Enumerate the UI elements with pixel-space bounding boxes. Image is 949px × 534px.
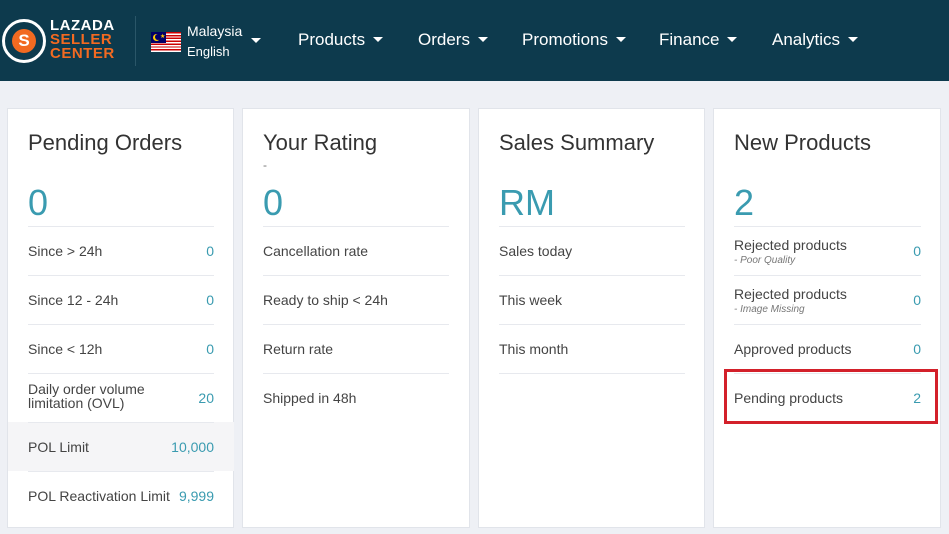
nav-label: Products (298, 30, 366, 49)
row-label: Since 12 - 24h (28, 292, 119, 308)
card-title: Your Rating (263, 130, 378, 155)
row-value[interactable]: 9,999 (179, 488, 214, 504)
list-item[interactable]: Rejected products - Image Missing 0 (734, 275, 921, 324)
list-item[interactable]: Shipped in 48h (263, 373, 449, 422)
locale-language: English (187, 44, 230, 59)
list-item[interactable]: Approved products 0 (734, 324, 921, 373)
nav-orders[interactable]: Orders (418, 30, 488, 52)
logo-text: LAZADA SELLER CENTER (50, 18, 130, 62)
logo-circle-icon: S (2, 19, 46, 63)
row-value[interactable]: 0 (913, 243, 921, 259)
row-value[interactable]: 2 (913, 390, 921, 406)
list-item[interactable]: This month (499, 324, 685, 373)
row-label: Rejected products (734, 237, 847, 253)
chevron-down-icon (727, 37, 738, 42)
pending-orders-list: Since > 24h 0 Since 12 - 24h 0 Since < 1… (8, 226, 234, 520)
list-item[interactable]: This week (499, 275, 685, 324)
nav-label: Analytics (772, 30, 841, 49)
locale-selector[interactable]: ★ Malaysia English (150, 22, 270, 62)
chevron-down-icon (373, 37, 384, 42)
logo-line-3: CENTER (50, 45, 115, 62)
sales-currency[interactable]: RM (499, 182, 555, 224)
locale-country: Malaysia (187, 23, 243, 39)
list-item[interactable]: Since > 24h 0 (28, 226, 214, 275)
your-rating-card: Your Rating - 0 Cancellation rate Ready … (242, 108, 470, 528)
list-item[interactable]: Sales today (499, 226, 685, 275)
nav-products[interactable]: Products (298, 30, 384, 52)
row-sublabel: - Image Missing (734, 304, 805, 315)
row-label: POL Limit (28, 439, 89, 455)
row-sublabel: - Poor Quality (734, 255, 796, 266)
row-value[interactable]: 0 (206, 243, 214, 259)
nav-promotions[interactable]: Promotions (522, 30, 626, 52)
list-item[interactable]: Since < 12h 0 (28, 324, 214, 373)
card-title: New Products (734, 130, 871, 155)
row-value[interactable]: 0 (206, 341, 214, 357)
rating-value[interactable]: 0 (263, 182, 283, 224)
chevron-down-icon (615, 37, 626, 42)
new-products-card: New Products 2 Rejected products - Poor … (713, 108, 941, 528)
row-value[interactable]: 0 (913, 341, 921, 357)
pending-products-row[interactable]: Pending products 2 (734, 373, 921, 422)
row-label: Since > 24h (28, 243, 103, 259)
top-navigation-bar: S LAZADA SELLER CENTER ★ Malaysia Englis… (0, 0, 949, 81)
header-divider (135, 16, 136, 66)
row-label: POL Reactivation Limit (28, 488, 170, 504)
list-item[interactable]: Cancellation rate (263, 226, 449, 275)
malaysia-flag-icon: ★ (151, 32, 181, 52)
row-value[interactable]: 20 (198, 390, 214, 406)
list-item[interactable]: Ready to ship < 24h (263, 275, 449, 324)
row-label: Return rate (263, 341, 334, 357)
row-label: Rejected products (734, 286, 847, 302)
lazada-seller-center-logo[interactable]: S LAZADA SELLER CENTER (2, 18, 132, 65)
sales-list: Sales today This week This month (499, 226, 685, 374)
list-item[interactable]: Rejected products - Poor Quality 0 (734, 226, 921, 275)
card-title: Pending Orders (28, 130, 183, 155)
list-divider (499, 373, 685, 374)
row-value[interactable]: 0 (206, 292, 214, 308)
row-value[interactable]: 10,000 (171, 439, 214, 455)
row-label: Since < 12h (28, 341, 103, 357)
nav-analytics[interactable]: Analytics (772, 30, 859, 52)
row-label: Cancellation rate (263, 243, 369, 259)
nav-label: Finance (659, 30, 720, 49)
logo-s-letter: S (12, 29, 36, 53)
chevron-down-icon (477, 37, 488, 42)
chevron-down-icon (251, 38, 261, 43)
row-label: This month (499, 341, 569, 357)
row-label: Pending products (734, 390, 843, 406)
pending-orders-count[interactable]: 0 (28, 182, 48, 224)
nav-finance[interactable]: Finance (659, 30, 738, 52)
row-label: Daily order volume limitation (OVL) (28, 381, 145, 411)
row-label: Approved products (734, 341, 852, 357)
row-value[interactable]: 0 (913, 292, 921, 308)
list-item[interactable]: Return rate (263, 324, 449, 373)
new-products-count[interactable]: 2 (734, 182, 754, 224)
row-label: This week (499, 292, 563, 308)
row-label: Shipped in 48h (263, 390, 357, 406)
row-label: Sales today (499, 243, 573, 259)
row-label: Ready to ship < 24h (263, 292, 388, 308)
new-products-list: Rejected products - Poor Quality 0 Rejec… (734, 226, 921, 422)
rating-list: Cancellation rate Ready to ship < 24h Re… (263, 226, 449, 422)
list-item[interactable]: POL Limit 10,000 (8, 422, 234, 471)
card-title: Sales Summary (499, 130, 655, 155)
nav-label: Promotions (522, 30, 608, 49)
nav-label: Orders (418, 30, 470, 49)
list-item[interactable]: Daily order volume limitation (OVL) 20 (28, 373, 214, 422)
pending-orders-card: Pending Orders 0 Since > 24h 0 Since 12 … (7, 108, 234, 528)
chevron-down-icon (848, 37, 859, 42)
list-item[interactable]: Since 12 - 24h 0 (28, 275, 214, 324)
sales-summary-card: Sales Summary RM Sales today This week T… (478, 108, 705, 528)
list-item[interactable]: POL Reactivation Limit 9,999 (28, 471, 214, 520)
rating-subtitle: - (263, 158, 267, 172)
